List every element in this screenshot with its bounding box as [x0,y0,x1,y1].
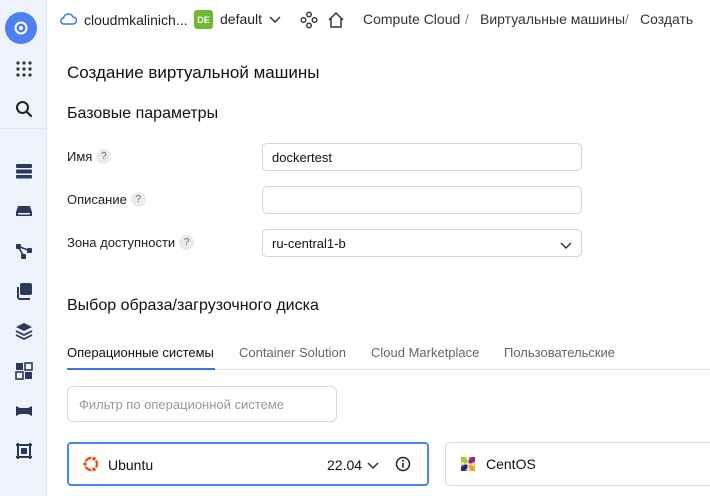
description-input[interactable] [262,186,582,214]
left-sidebar [0,0,47,496]
os-version[interactable]: 22.04 [327,457,362,473]
breadcrumb-compute-cloud[interactable]: Compute Cloud [363,11,460,27]
info-icon[interactable] [395,456,411,477]
layers-icon[interactable] [0,316,47,346]
description-label: Описание ? [67,192,146,207]
apps-grid-icon[interactable] [0,54,47,84]
frame-icon[interactable] [0,436,47,466]
image-tabs: Операционные системы Container Solution … [67,340,710,370]
os-name: CentOS [486,456,536,472]
active-tab-indicator [67,368,215,370]
zone-label: Зона доступности ? [67,235,195,250]
help-icon[interactable]: ? [179,235,195,250]
tab-cloud-marketplace[interactable]: Cloud Marketplace [371,345,479,360]
home-icon[interactable] [5,12,37,44]
breadcrumb-virtual-machines[interactable]: Виртуальные машины [480,11,625,27]
network-icon[interactable] [0,236,47,266]
cloud-icon [59,12,78,29]
breadcrumb-create: Создать [640,11,694,27]
breadcrumb-separator: / [465,11,469,27]
help-icon[interactable]: ? [96,149,112,164]
page-title: Создание виртуальной машины [67,63,320,82]
folder-name[interactable]: default [220,11,262,27]
zone-select[interactable]: ru-central1-b [262,229,582,257]
server-list-icon[interactable] [0,156,47,186]
help-icon[interactable]: ? [130,192,146,207]
cloud-name: cloudmkalinich... [84,12,188,28]
tab-operating-systems[interactable]: Операционные системы [67,345,214,360]
description-label-text: Описание [67,192,127,207]
image-selection-heading: Выбор образа/загрузочного диска [67,297,319,314]
name-input[interactable]: dockertest [262,143,582,171]
folder-badge: DE [194,10,213,29]
home-house-icon[interactable] [326,10,346,30]
chevron-down-icon[interactable] [367,458,379,476]
os-filter-input[interactable]: Фильтр по операционной системе [67,386,337,422]
tab-custom[interactable]: Пользовательские [504,345,615,360]
chevron-down-icon[interactable] [269,12,281,29]
placement-icon[interactable] [0,356,47,386]
ubuntu-logo-icon [82,455,100,478]
top-header: cloudmkalinich... DE default Compute Clo… [47,0,710,40]
zone-label-text: Зона доступности [67,235,176,250]
name-label-text: Имя [67,149,93,164]
os-name: Ubuntu [108,457,154,473]
rail-divider [0,128,47,129]
tab-container-solution[interactable]: Container Solution [239,345,346,360]
zone-select-value: ru-central1-b [272,235,346,251]
search-icon[interactable] [0,94,47,124]
breadcrumb-separator: / [625,11,629,27]
os-card-centos[interactable]: CentOS [445,442,710,486]
cloud-selector[interactable]: cloudmkalinich... [59,10,188,30]
gpu-icon[interactable] [0,396,47,426]
disk-icon[interactable] [0,196,47,226]
chevron-down-icon [560,238,572,253]
os-card-ubuntu[interactable]: Ubuntu 22.04 [67,442,429,486]
basic-params-heading: Базовые параметры [67,105,219,122]
services-icon[interactable] [299,10,319,30]
name-label: Имя ? [67,149,112,164]
centos-logo-icon [459,455,477,478]
copy-icon[interactable] [0,276,47,306]
